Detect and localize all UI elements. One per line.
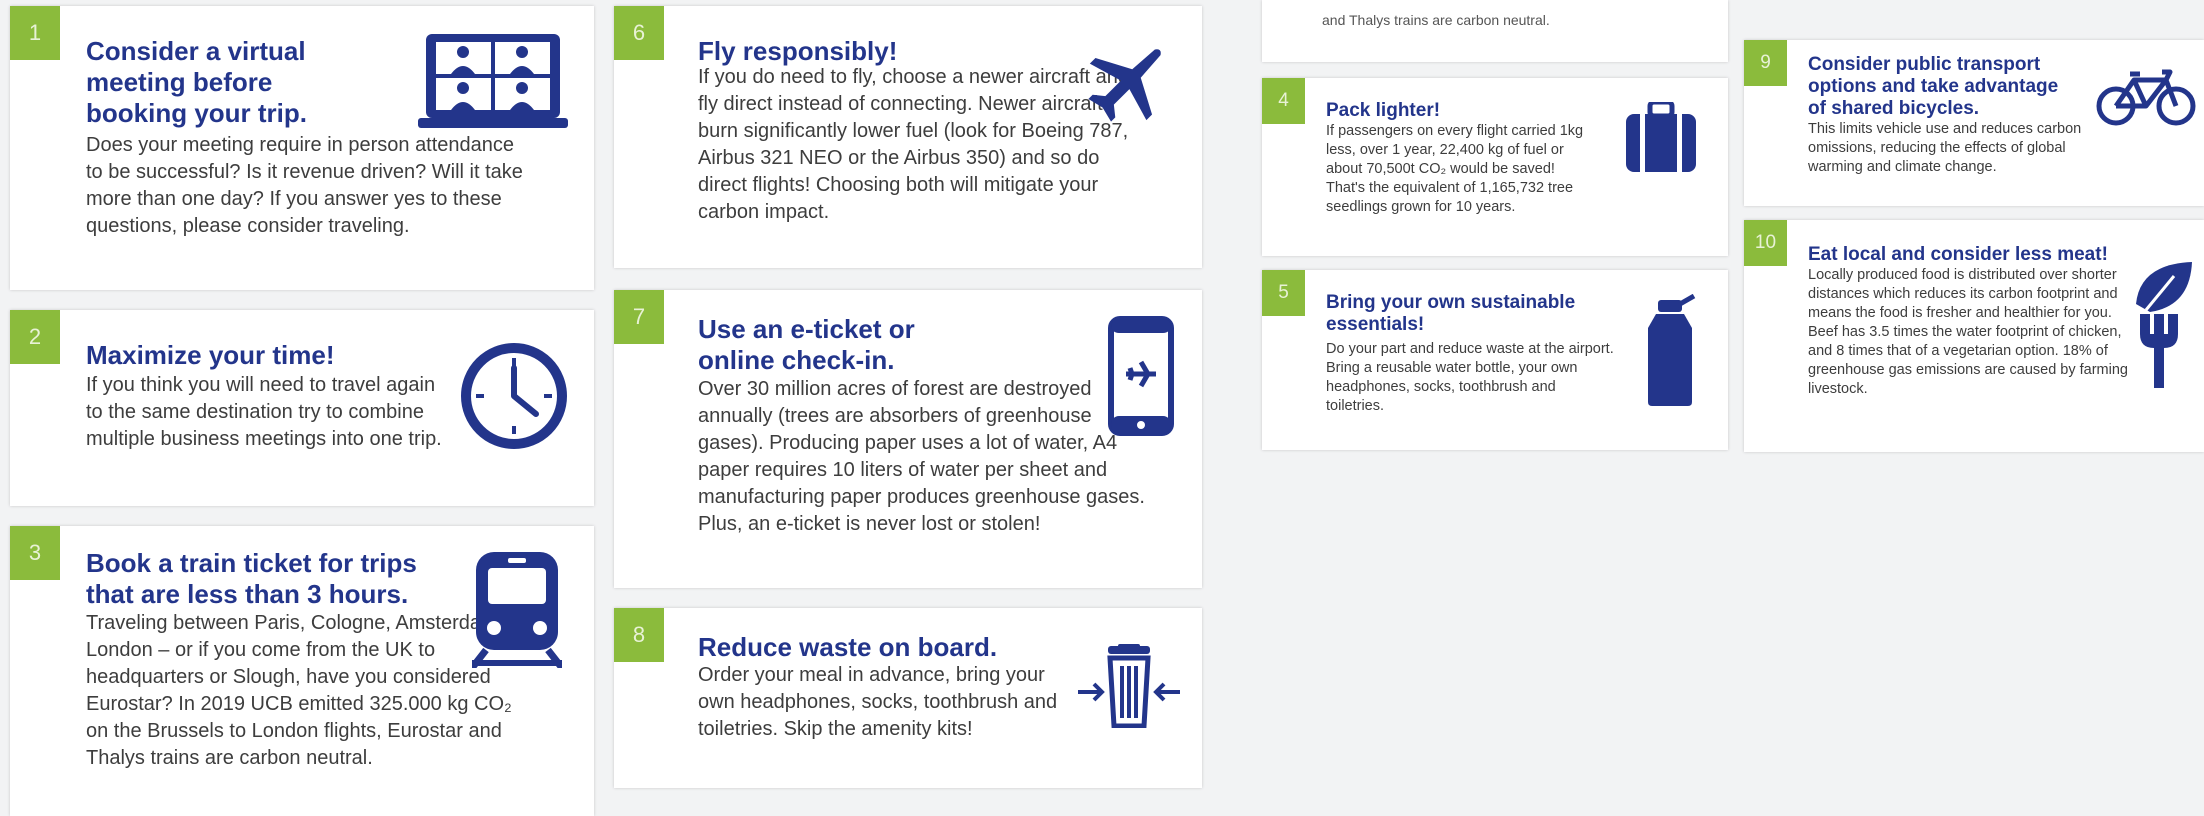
tip-title: Bring your own sustainable essentials! xyxy=(1326,292,1576,335)
tip-body: Traveling between Paris, Cologne, Amster… xyxy=(86,612,512,769)
tip-number: 10 xyxy=(1744,220,1787,266)
tip-title: Maximize your time! xyxy=(86,340,335,370)
tip-card-7: 7 Use an e-ticket or online check-in. Ov… xyxy=(614,290,1202,588)
tip-card-3-continued: and Thalys trains are carbon neutral. xyxy=(1262,0,1728,62)
tip-body: Over 30 million acres of forest are dest… xyxy=(698,378,1145,535)
tip-title: Use an e-ticket or online check-in. xyxy=(698,314,915,375)
tip-number: 8 xyxy=(614,608,664,662)
tip-number: 3 xyxy=(10,526,60,580)
tip-number: 6 xyxy=(614,6,664,60)
video-conference-icon xyxy=(418,32,568,135)
tip-number: 2 xyxy=(10,310,60,364)
tip-title: Reduce waste on board. xyxy=(698,632,998,662)
continued-text: and Thalys trains are carbon neutral. xyxy=(1322,12,1550,28)
airplane-icon xyxy=(1082,36,1174,133)
tip-card-1: 1 Consider a virtual meeting before book… xyxy=(10,6,594,290)
tip-body: If you think you will need to travel aga… xyxy=(86,374,442,450)
train-icon xyxy=(469,552,565,673)
tip-title: Pack lighter! xyxy=(1326,100,1441,121)
tip-title: Fly responsibly! xyxy=(698,36,898,66)
tip-card-8: 8 Reduce waste on board. Order your meal… xyxy=(614,608,1202,788)
phone-eticket-icon xyxy=(1108,316,1174,441)
tip-number: 5 xyxy=(1262,270,1305,316)
tip-card-2: 2 Maximize your time! If you think you w… xyxy=(10,310,594,506)
clock-icon xyxy=(460,342,568,455)
tip-card-5: 5 Bring your own sustainable essentials!… xyxy=(1262,270,1728,450)
tip-number: 7 xyxy=(614,290,664,344)
tip-title: Consider a virtual meeting before bookin… xyxy=(86,36,307,128)
tip-body: Do your part and reduce waste at the air… xyxy=(1326,341,1614,414)
tip-body: This limits vehicle use and reduces carb… xyxy=(1808,121,2082,175)
tip-card-3: 3 Book a train ticket for trips that are… xyxy=(10,526,594,816)
tip-number: 9 xyxy=(1744,40,1787,86)
tip-card-9: 9 Consider public transport options and … xyxy=(1744,40,2204,206)
water-bottle-icon xyxy=(1642,293,1700,411)
tip-number: 1 xyxy=(10,6,60,60)
bicycle-icon xyxy=(2096,68,2196,133)
tip-body: If passengers on every flight carried 1k… xyxy=(1326,123,1584,215)
tip-body: If you do need to fly, choose a newer ai… xyxy=(698,66,1129,223)
tip-body: Locally produced food is distributed ove… xyxy=(1808,267,2128,397)
tip-title: Book a train ticket for trips that are l… xyxy=(86,548,417,609)
tip-title: Consider public transport options and ta… xyxy=(1808,54,2059,119)
suitcase-icon xyxy=(1626,99,1696,179)
tip-card-6: 6 Fly responsibly! If you do need to fly… xyxy=(614,6,1202,268)
trash-bin-icon xyxy=(1074,644,1184,733)
tip-card-4: 4 Pack lighter! If passengers on every f… xyxy=(1262,78,1728,256)
leaf-fork-icon xyxy=(2130,260,2196,395)
tip-number: 4 xyxy=(1262,78,1305,124)
tip-body: Does your meeting require in person atte… xyxy=(86,134,523,237)
tip-card-10: 10 Eat local and consider less meat! Loc… xyxy=(1744,220,2204,452)
tip-body: Order your meal in advance, bring your o… xyxy=(698,664,1058,740)
